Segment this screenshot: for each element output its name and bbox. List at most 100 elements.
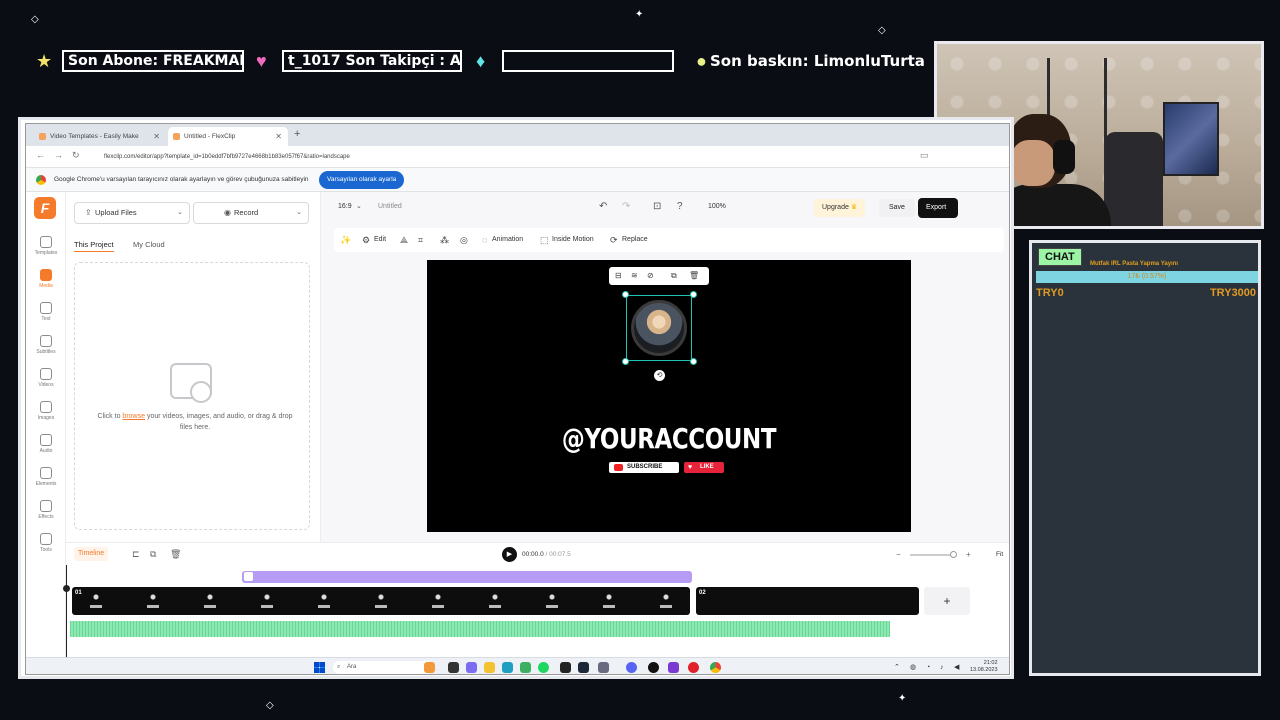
slider-handle[interactable] — [950, 551, 957, 558]
project-title[interactable]: Untitled — [378, 192, 402, 222]
spotify-icon[interactable] — [538, 662, 549, 673]
steam-icon[interactable] — [578, 662, 589, 673]
rail-tools[interactable]: Tools — [26, 533, 66, 553]
undo-icon[interactable]: ↶ — [599, 192, 607, 222]
rail-media[interactable]: Media — [26, 269, 66, 289]
play-button[interactable]: ▶ — [502, 547, 517, 562]
chevron-down-icon[interactable]: ⌄ — [296, 203, 302, 223]
photos-icon[interactable] — [466, 662, 477, 673]
widget-icon[interactable] — [424, 662, 435, 673]
wifi-icon[interactable]: ◔ — [926, 658, 930, 674]
upgrade-button[interactable]: Upgrade ♛ — [814, 199, 866, 217]
windows-start-icon[interactable] — [314, 662, 325, 673]
back-icon[interactable]: ← — [36, 150, 45, 160]
screen-cast-icon[interactable]: ▭ — [920, 150, 929, 161]
settings-icon[interactable] — [598, 662, 609, 673]
rail-audio[interactable]: Audio — [26, 434, 66, 454]
obs-icon[interactable] — [668, 662, 679, 673]
split-icon[interactable]: ⊏ — [132, 547, 140, 561]
upload-files-button[interactable]: ⇪ Upload Files ⌄ — [74, 202, 190, 224]
zoom-out-icon[interactable]: − — [896, 547, 901, 562]
mask-icon[interactable]: ◎ — [460, 228, 468, 252]
set-default-button[interactable]: Varsayılan olarak ayarla — [319, 171, 405, 189]
taskbar-search[interactable]: ⌕ Ara — [333, 661, 433, 674]
chevron-down-icon[interactable]: ⌄ — [177, 203, 183, 223]
url-field[interactable]: flexclip.com/editor/app?template_id=1b0e… — [90, 150, 910, 164]
discord-icon[interactable] — [626, 662, 637, 673]
rail-text[interactable]: Text — [26, 302, 66, 322]
resize-handle[interactable] — [622, 358, 629, 365]
scene-clip[interactable]: 02 — [696, 587, 919, 615]
account-handle-text[interactable]: @YOURACCOUNT — [471, 422, 868, 455]
screenshot-icon[interactable]: ⊡ — [653, 192, 661, 222]
chrome-running-icon[interactable] — [710, 662, 721, 673]
edit-button[interactable]: Edit — [374, 228, 386, 252]
inside-motion-button[interactable]: Inside Motion — [552, 228, 594, 252]
crop-icon[interactable]: ⌗ — [418, 228, 423, 252]
export-button[interactable]: Export — [918, 198, 958, 218]
reload-icon[interactable]: ↻ — [72, 150, 80, 161]
chrome-icon[interactable] — [520, 662, 531, 673]
timeline-toggle[interactable]: Timeline — [74, 547, 109, 561]
rail-templates[interactable]: Templates — [26, 236, 66, 256]
task-view-icon[interactable] — [448, 662, 459, 673]
close-icon[interactable]: ✕ — [153, 127, 160, 146]
copy-icon[interactable]: ⧉ — [150, 547, 156, 561]
edge-icon[interactable] — [502, 662, 513, 673]
delete-icon[interactable]: 🗑 — [170, 547, 181, 561]
rail-effects[interactable]: Effects — [26, 500, 66, 520]
upload-dropzone[interactable]: Click to browse your videos, images, and… — [74, 262, 310, 530]
opera-icon[interactable] — [688, 662, 699, 673]
help-icon[interactable]: ? — [677, 192, 683, 222]
timeline-zoom-slider[interactable] — [910, 554, 952, 556]
replace-button[interactable]: Replace — [622, 228, 648, 252]
tab-untitled[interactable]: Untitled - FlexClip ✕ — [168, 127, 288, 146]
layers-icon[interactable]: ≋ — [631, 267, 638, 285]
tray-chevron-icon[interactable]: ⌃ — [894, 658, 900, 674]
flip-icon[interactable]: ⟁ — [400, 228, 408, 252]
zoom-in-icon[interactable]: + — [966, 547, 971, 562]
record-button[interactable]: ◉ Record ⌄ — [193, 202, 309, 224]
animation-button[interactable]: Animation — [492, 228, 523, 252]
audio-track[interactable] — [70, 621, 890, 637]
add-scene-button[interactable]: + — [924, 587, 970, 615]
playhead[interactable] — [63, 565, 70, 657]
delete-icon[interactable]: 🗑 — [689, 267, 699, 285]
like-graphic[interactable]: ♥ LIKE — [684, 462, 724, 473]
save-button[interactable]: Save — [879, 199, 915, 217]
aspect-ratio-select[interactable]: 16:9 — [338, 192, 352, 222]
scene-clip[interactable]: 01 — [72, 587, 690, 615]
video-canvas[interactable]: ⊟ ≋ ⊘ ⧉ 🗑 ⟲ @YOURACCOUNT SUBSCRIBE ♥ LIKE — [427, 260, 911, 532]
fit-button[interactable]: Fit — [996, 547, 1003, 562]
taskbar-clock[interactable]: 21:02 13.08.2023 — [970, 660, 998, 674]
file-explorer-icon[interactable] — [484, 662, 495, 673]
align-icon[interactable]: ⊟ — [615, 267, 622, 285]
resize-handle[interactable] — [690, 291, 697, 298]
media-player-icon[interactable] — [648, 662, 659, 673]
microphone-icon[interactable]: ♪ — [940, 658, 944, 674]
lock-icon[interactable]: ⊘ — [647, 267, 654, 285]
tab-this-project[interactable]: This Project — [74, 240, 114, 252]
new-tab-icon[interactable]: + — [294, 128, 300, 140]
rotate-icon[interactable]: ⟲ — [654, 370, 665, 381]
duplicate-icon[interactable]: ⧉ — [671, 267, 677, 285]
redo-icon[interactable]: ↷ — [622, 192, 630, 222]
network-icon[interactable]: ◍ — [910, 658, 916, 674]
zoom-select[interactable]: 100% — [708, 192, 726, 222]
rail-videos[interactable]: Videos — [26, 368, 66, 388]
rail-subtitles[interactable]: Subtitles — [26, 335, 66, 355]
forward-icon[interactable]: → — [54, 150, 63, 160]
selected-avatar-element[interactable] — [626, 295, 692, 361]
volume-icon[interactable]: ◀ — [954, 658, 959, 674]
overlay-track[interactable] — [242, 571, 692, 583]
rail-images[interactable]: Images — [26, 401, 66, 421]
ai-icon[interactable]: ✨ — [340, 228, 351, 252]
tab-my-cloud[interactable]: My Cloud — [133, 240, 165, 249]
rail-elements[interactable]: Elements — [26, 467, 66, 487]
close-icon[interactable]: ✕ — [275, 127, 282, 146]
resize-handle[interactable] — [622, 291, 629, 298]
subscribe-graphic[interactable]: SUBSCRIBE — [609, 462, 679, 473]
magic-remove-icon[interactable]: ⁂ — [440, 228, 449, 252]
tab-video-templates[interactable]: Video Templates - Easily Make ✕ — [34, 127, 166, 146]
flexclip-logo-icon[interactable]: F — [34, 197, 56, 219]
